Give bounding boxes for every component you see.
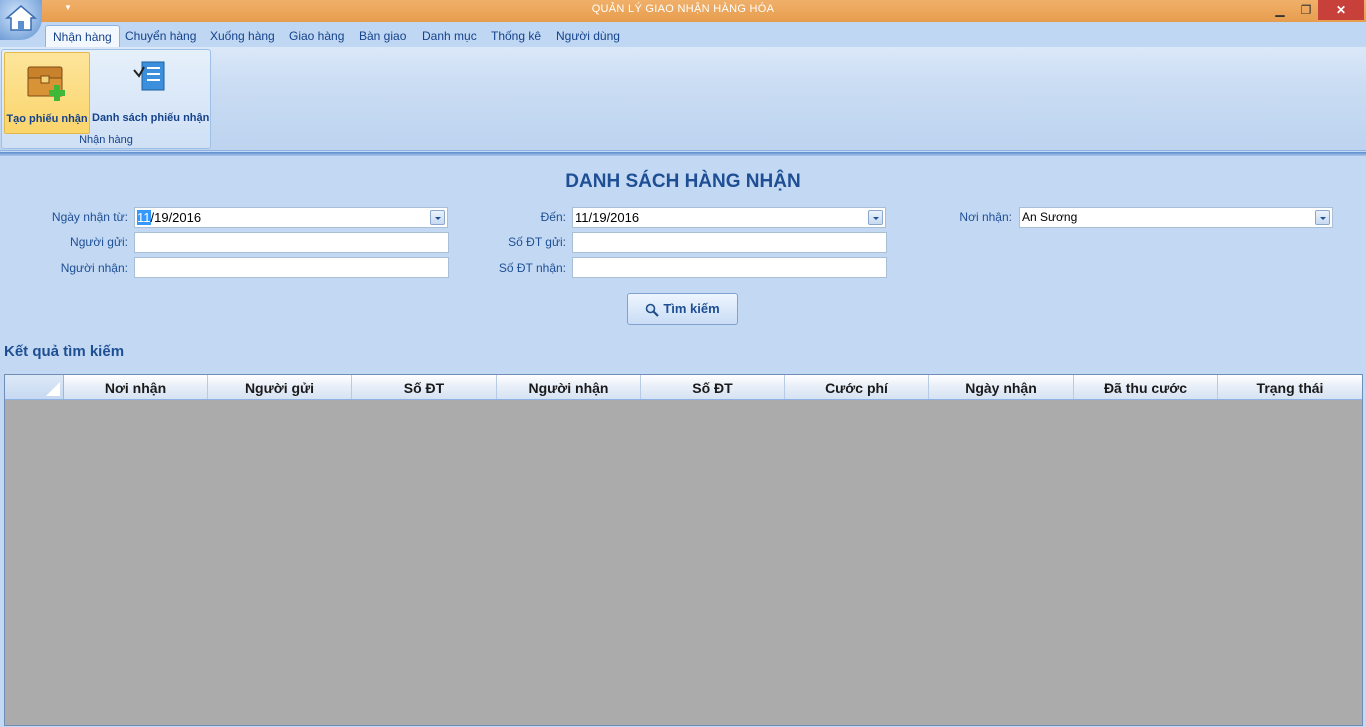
ribbon-panel: Tạo phiếu nhận Danh sách phiếu nhận Nhận… (0, 47, 1366, 151)
receiver-input[interactable] (134, 257, 449, 278)
search-button-label: Tìm kiếm (663, 301, 720, 316)
close-button[interactable]: ✕ (1318, 0, 1364, 20)
date-to-value: 11/19/2016 (575, 210, 640, 225)
column-header-cuoc-phi[interactable]: Cước phí (785, 375, 929, 399)
grid-select-all-corner[interactable] (5, 375, 64, 399)
date-from-label: Ngày nhận từ: (51, 210, 128, 224)
sender-input[interactable] (134, 232, 449, 253)
tab-giao-hang[interactable]: Giao hàng (282, 25, 351, 47)
tab-thong-ke[interactable]: Thống kê (484, 25, 548, 47)
chest-add-icon (27, 66, 65, 101)
column-header-da-thu-cuoc[interactable]: Đã thu cước (1074, 375, 1218, 399)
minimize-button[interactable]: ▁ (1266, 0, 1294, 20)
column-header-trang-thai[interactable]: Trạng thái (1218, 375, 1362, 399)
place-value: An Sương (1022, 210, 1078, 224)
tab-nhan-hang[interactable]: Nhận hàng (45, 25, 120, 47)
column-header-so-dt-nhan[interactable]: Số ĐT (641, 375, 785, 399)
receiver-label: Người nhận: (60, 261, 128, 275)
ribbon-separator (0, 152, 1366, 156)
ribbon-tab-strip: Nhận hàng Chuyển hàng Xuống hàng Giao hà… (0, 22, 1366, 47)
maximize-button[interactable]: ❐ (1292, 0, 1320, 20)
date-to-dropdown-icon[interactable] (868, 210, 883, 225)
receiver-phone-label: Số ĐT nhận: (498, 261, 566, 275)
search-button[interactable]: Tìm kiếm (627, 293, 738, 325)
date-from-picker[interactable]: 11/19/2016 (134, 207, 448, 228)
date-to-label: Đến: (540, 210, 566, 224)
column-header-nguoi-nhan[interactable]: Người nhận (497, 375, 641, 399)
receipt-list-button[interactable]: Danh sách phiếu nhận (92, 52, 210, 134)
column-header-so-dt-gui[interactable]: Số ĐT (352, 375, 497, 399)
window-title: QUẢN LÝ GIAO NHẬN HÀNG HÓA (591, 3, 775, 15)
ribbon-group-label: Nhận hàng (79, 134, 133, 146)
tab-ban-giao[interactable]: Bàn giao (352, 25, 413, 47)
ribbon-group-nhan-hang: Tạo phiếu nhận Danh sách phiếu nhận Nhận… (1, 49, 211, 149)
place-label: Nơi nhận: (959, 210, 1012, 224)
home-icon (5, 5, 37, 31)
tab-danh-muc[interactable]: Danh mục (415, 25, 484, 47)
grid-header: Nơi nhận Người gửi Số ĐT Người nhận Số Đ… (5, 375, 1362, 400)
checklist-icon (133, 61, 165, 91)
sender-phone-input[interactable] (572, 232, 887, 253)
results-title: Kết quả tìm kiếm (4, 343, 125, 360)
place-select[interactable]: An Sương (1019, 207, 1333, 228)
place-dropdown-icon[interactable] (1315, 210, 1330, 225)
title-bar: ▼ QUẢN LÝ GIAO NHẬN HÀNG HÓA ▁ ❐ ✕ (0, 0, 1366, 22)
tab-xuong-hang[interactable]: Xuống hàng (203, 25, 282, 47)
sender-label: Người gửi: (70, 235, 128, 249)
tab-chuyen-hang[interactable]: Chuyển hàng (118, 25, 203, 47)
page-title: DANH SÁCH HÀNG NHẬN (565, 171, 801, 192)
date-from-month: 11 (137, 210, 151, 225)
date-to-picker[interactable]: 11/19/2016 (572, 207, 886, 228)
receipt-list-label: Danh sách phiếu nhận (92, 112, 210, 124)
column-header-noi-nhan[interactable]: Nơi nhận (64, 375, 208, 399)
receiver-phone-input[interactable] (572, 257, 887, 278)
column-header-nguoi-gui[interactable]: Người gửi (208, 375, 352, 399)
sender-phone-label: Số ĐT gửi: (508, 235, 566, 249)
results-grid[interactable]: Nơi nhận Người gửi Số ĐT Người nhận Số Đ… (4, 374, 1363, 726)
create-receipt-label: Tạo phiếu nhận (6, 113, 88, 125)
date-from-rest: /19/2016 (150, 210, 202, 225)
tab-nguoi-dung[interactable]: Người dùng (549, 25, 627, 47)
date-from-dropdown-icon[interactable] (430, 210, 445, 225)
column-header-ngay-nhan[interactable]: Ngày nhận (929, 375, 1074, 399)
magnifier-icon (646, 303, 660, 317)
create-receipt-button[interactable]: Tạo phiếu nhận (4, 52, 90, 134)
